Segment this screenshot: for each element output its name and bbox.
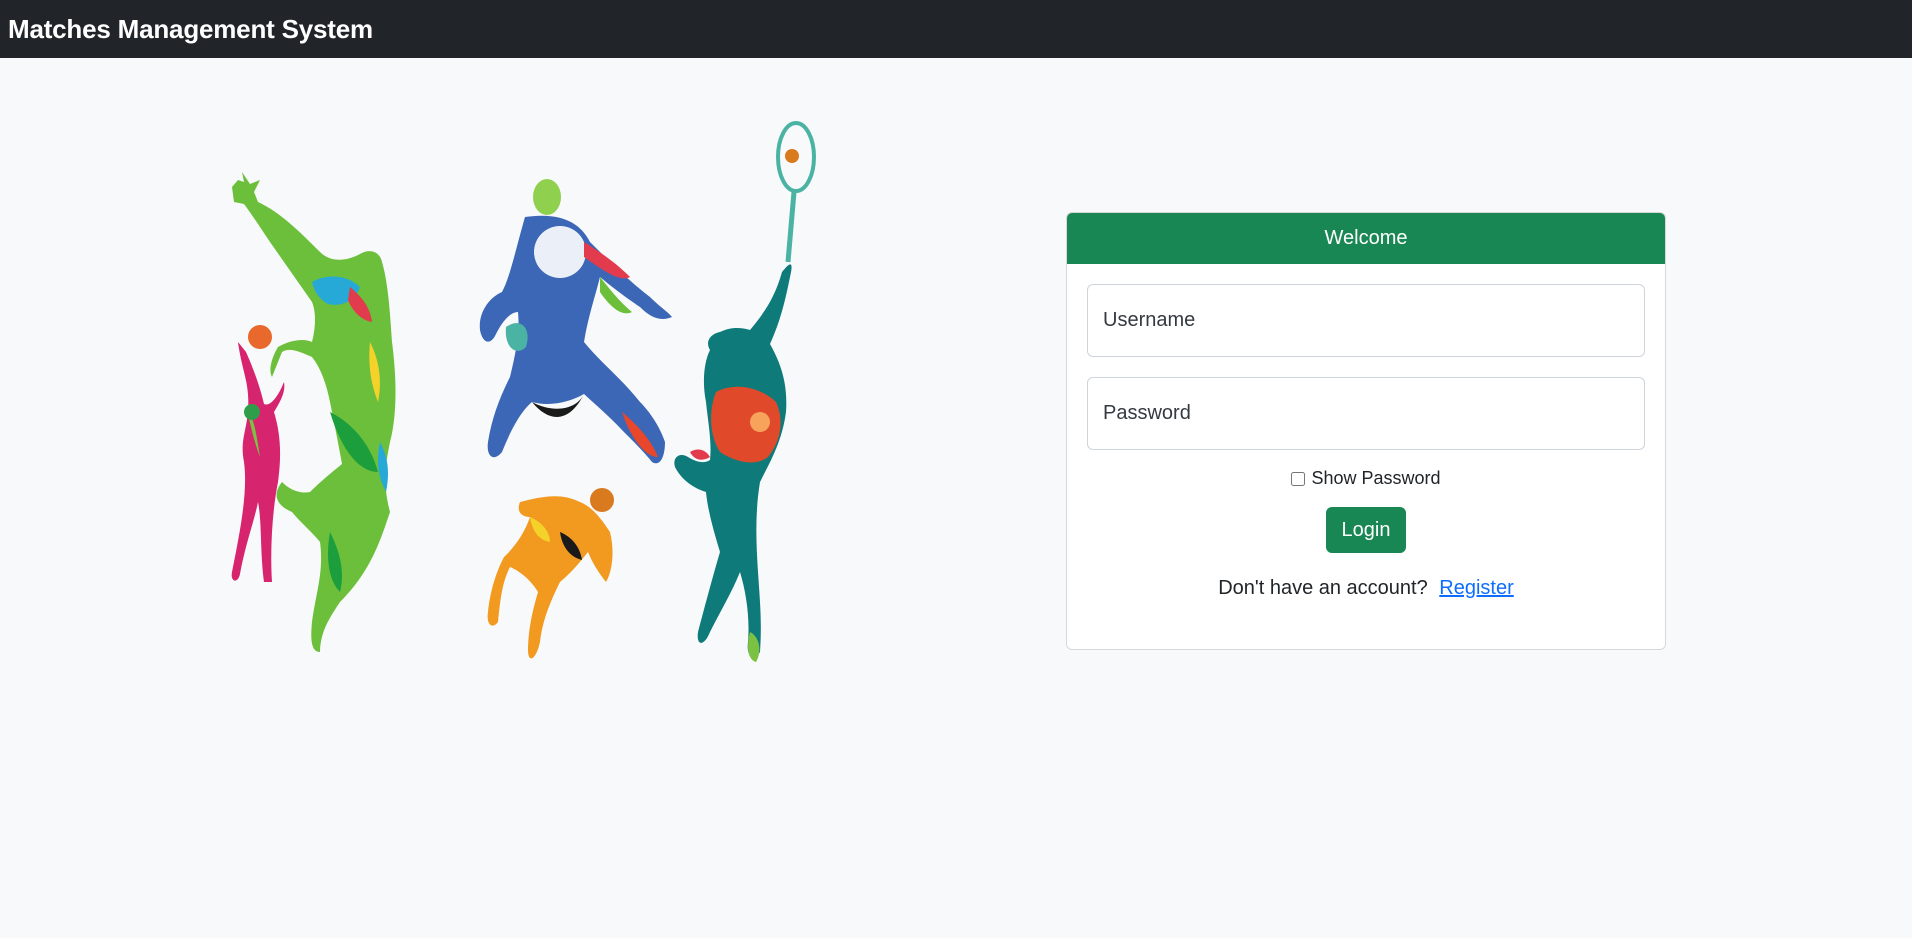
register-prompt-row: Don't have an account? Register <box>1087 577 1645 600</box>
register-link[interactable]: Register <box>1439 577 1513 599</box>
login-button[interactable]: Login <box>1325 507 1407 553</box>
show-password-checkbox[interactable] <box>1291 471 1306 486</box>
login-card: Welcome Show Password Login Don't have a… <box>1066 212 1666 650</box>
show-password-row: Show Password <box>1087 468 1645 489</box>
username-input[interactable] <box>1087 284 1645 357</box>
top-navbar: Matches Management System <box>0 0 1912 58</box>
athletes-hero-image <box>220 112 830 722</box>
login-form: Show Password Login Don't have an accoun… <box>1067 264 1665 600</box>
password-input[interactable] <box>1087 377 1645 450</box>
sprinter-figure <box>487 488 614 659</box>
login-button-row: Login <box>1087 507 1645 553</box>
register-prompt-text: Don't have an account? <box>1218 577 1428 599</box>
show-password-label[interactable]: Show Password <box>1311 468 1440 489</box>
athletes-illustration <box>231 121 816 662</box>
login-card-header: Welcome <box>1067 213 1665 264</box>
runner-figure <box>479 179 672 464</box>
app-title[interactable]: Matches Management System <box>8 14 373 45</box>
tennis-player-figure <box>674 121 816 662</box>
